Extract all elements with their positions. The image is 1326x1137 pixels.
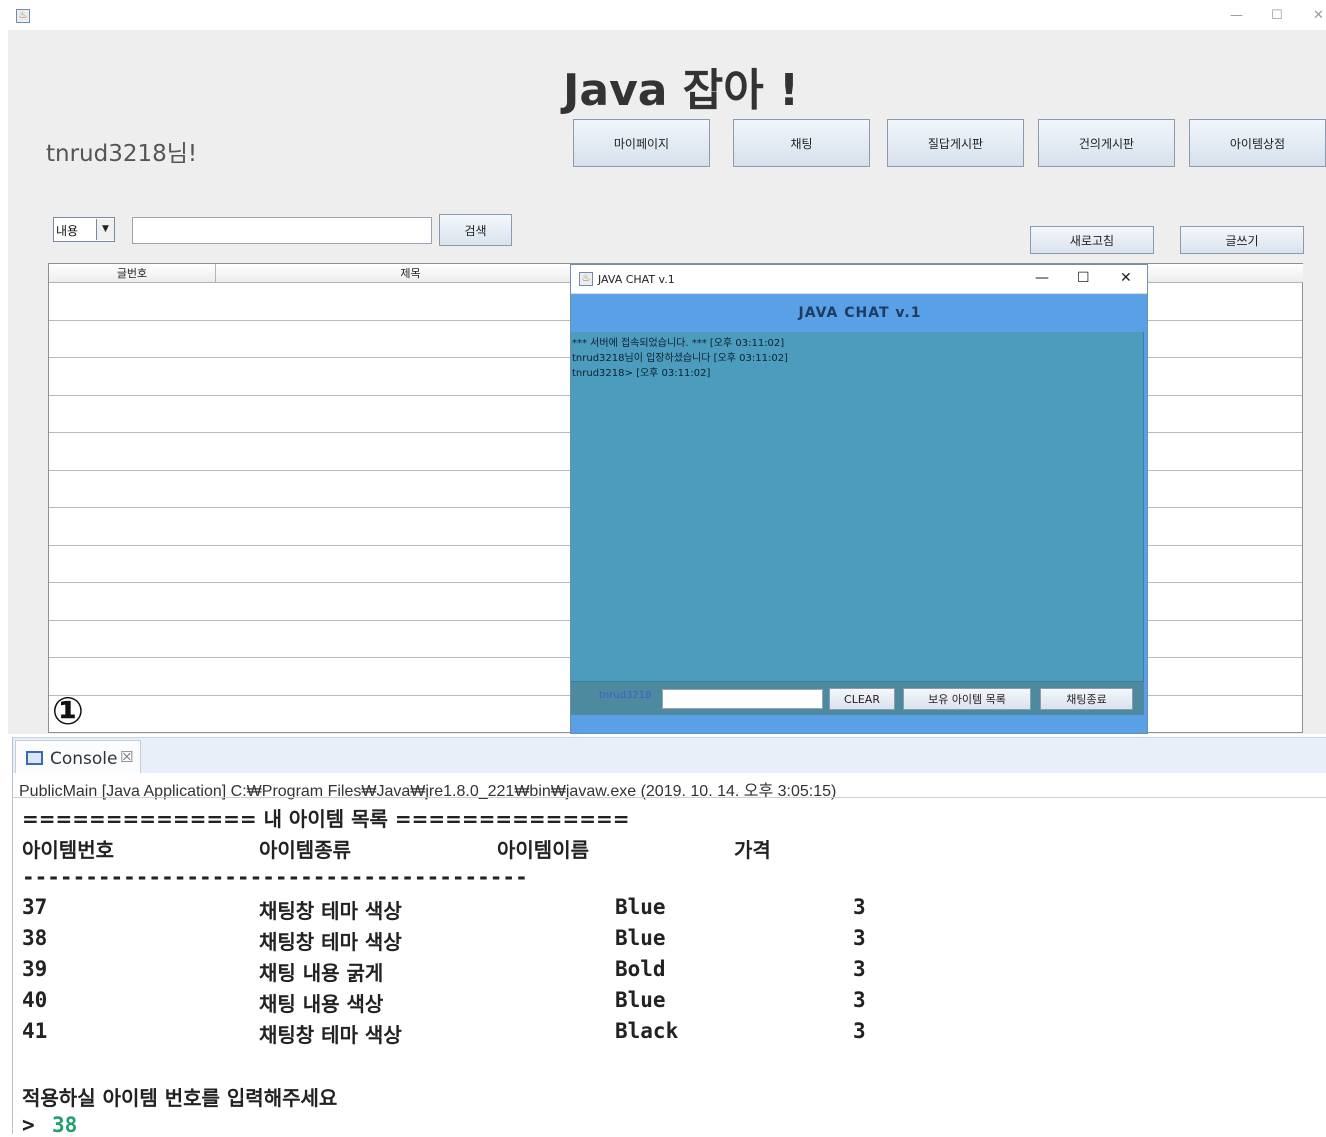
- clear-button[interactable]: CLEAR: [829, 688, 895, 710]
- chat-window: ♨ JAVA CHAT v.1 — ☐ ✕ JAVA CHAT v.1 *** …: [570, 264, 1148, 734]
- console-column-id: 아이템번호: [22, 838, 114, 862]
- chat-message: tnrud3218> [오후 03:11:02]: [572, 368, 711, 379]
- item-id: 37: [22, 895, 48, 919]
- search-type-select[interactable]: 내용 ▼: [53, 217, 115, 242]
- console-column-name: 아이템이름: [497, 838, 589, 862]
- item-name: Black: [615, 1019, 679, 1043]
- console-tabbar: Console ☒: [12, 737, 1326, 774]
- item-price: 3: [853, 895, 866, 919]
- chat-window-title: JAVA CHAT v.1: [598, 273, 675, 286]
- console-column-price: 가격: [734, 838, 771, 862]
- close-icon[interactable]: ✕: [1120, 270, 1132, 286]
- maximize-icon[interactable]: ☐: [1271, 8, 1283, 23]
- owned-items-button[interactable]: 보유 아이템 목록: [903, 688, 1031, 710]
- window-titlebar: ♨ — ☐ ✕: [8, 4, 1326, 30]
- item-id: 41: [22, 1019, 48, 1043]
- tab-console[interactable]: Console ☒: [15, 740, 141, 774]
- step-marker: ①: [51, 689, 85, 733]
- divider: [13, 797, 1326, 798]
- item-name: Blue: [615, 895, 666, 919]
- chat-header: JAVA CHAT v.1: [798, 305, 922, 321]
- item-price: 3: [853, 926, 866, 950]
- java-app-icon: ♨: [579, 272, 593, 286]
- chevron-down-icon[interactable]: ▼: [96, 219, 114, 240]
- chat-message-area[interactable]: *** 서버에 접속되었습니다. *** [오후 03:11:02] tnrud…: [571, 332, 1144, 682]
- item-type: 채팅창 테마 색상: [259, 930, 402, 954]
- item-name: Blue: [615, 988, 666, 1012]
- item-id: 40: [22, 988, 48, 1012]
- console-icon: [26, 751, 43, 765]
- console-banner: ============== 내 아이템 목록 ==============: [22, 807, 630, 831]
- item-type: 채팅 내용 색상: [259, 992, 384, 1016]
- console-prompt: 적용하실 아이템 번호를 입력해주세요: [22, 1086, 338, 1110]
- item-name: Blue: [615, 926, 666, 950]
- chat-nickname: tnrud3218: [599, 690, 652, 701]
- console-output[interactable]: PublicMain [Java Application] C:₩Program…: [12, 773, 1326, 1137]
- console-prompt-symbol: >: [22, 1113, 35, 1137]
- java-app-icon: ♨: [16, 9, 30, 23]
- search-input[interactable]: [132, 217, 432, 244]
- suggestion-board-button[interactable]: 건의게시판: [1038, 119, 1175, 167]
- search-type-value: 내용: [56, 224, 79, 238]
- item-type: 채팅창 테마 색상: [259, 1023, 402, 1047]
- chat-input-bar: tnrud3218 CLEAR 보유 아이템 목록 채팅종료: [571, 682, 1144, 715]
- chat-message: tnrud3218님이 입장하셨습니다 [오후 03:11:02]: [572, 353, 788, 364]
- write-button[interactable]: 글쓰기: [1180, 226, 1304, 254]
- minimize-icon[interactable]: —: [1035, 270, 1049, 286]
- tab-console-label: Console: [50, 749, 118, 769]
- app-title: Java 잡아 !: [563, 65, 800, 116]
- maximize-icon[interactable]: ☐: [1077, 270, 1090, 286]
- close-icon[interactable]: ✕: [1313, 8, 1324, 23]
- console-divider: ----------------------------------------: [22, 865, 528, 889]
- item-price: 3: [853, 988, 866, 1012]
- minimize-icon[interactable]: —: [1230, 8, 1243, 23]
- mypage-button[interactable]: 마이페이지: [573, 119, 710, 167]
- qna-board-button[interactable]: 질답게시판: [887, 119, 1024, 167]
- user-greeting: tnrud3218님!: [46, 141, 198, 167]
- item-id: 38: [22, 926, 48, 950]
- chat-titlebar: ♨ JAVA CHAT v.1 — ☐ ✕: [571, 265, 1147, 294]
- item-price: 3: [853, 957, 866, 981]
- item-shop-button[interactable]: 아이템상점: [1189, 119, 1326, 167]
- column-header-number[interactable]: 글번호: [49, 264, 216, 283]
- chat-message: *** 서버에 접속되었습니다. *** [오후 03:11:02]: [572, 338, 785, 349]
- chat-button[interactable]: 채팅: [733, 119, 870, 167]
- item-type: 채팅창 테마 색상: [259, 899, 402, 923]
- search-button[interactable]: 검색: [439, 214, 512, 246]
- chat-input[interactable]: [662, 689, 823, 709]
- item-price: 3: [853, 1019, 866, 1043]
- console-input-value[interactable]: 38: [52, 1113, 77, 1137]
- item-name: Bold: [615, 957, 666, 981]
- item-type: 채팅 내용 굵게: [259, 961, 384, 985]
- refresh-button[interactable]: 새로고침: [1030, 226, 1154, 254]
- column-header-title[interactable]: 제목: [216, 264, 606, 283]
- console-column-type: 아이템종류: [259, 838, 351, 862]
- item-id: 39: [22, 957, 48, 981]
- close-tab-icon[interactable]: ☒: [120, 748, 133, 766]
- exit-chat-button[interactable]: 채팅종료: [1040, 688, 1133, 710]
